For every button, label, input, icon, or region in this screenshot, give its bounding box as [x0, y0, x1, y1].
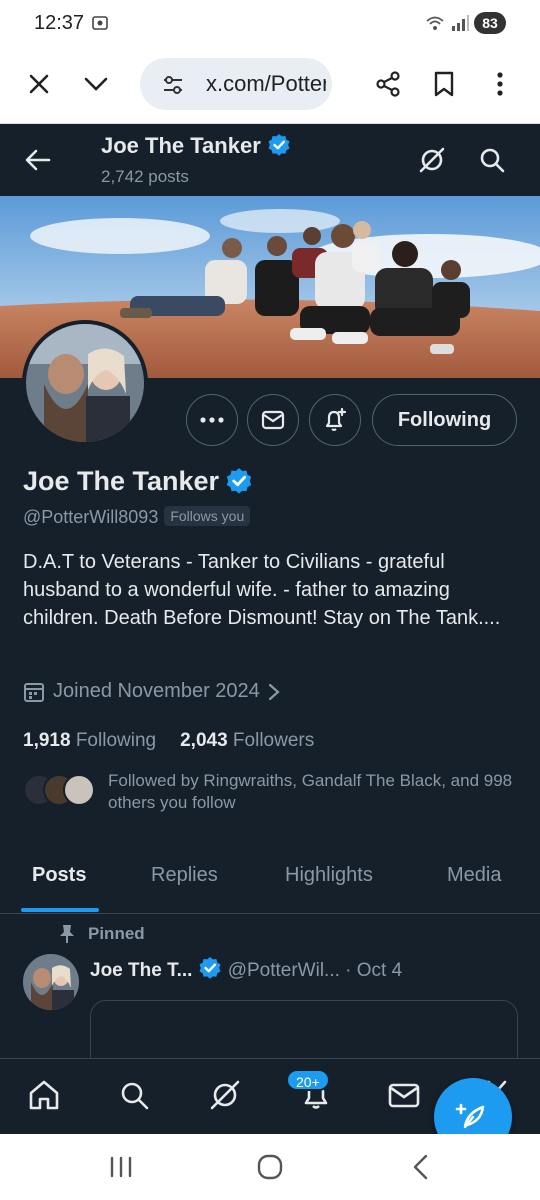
profile-bio: D.A.T to Veterans - Tanker to Civilians …: [23, 551, 501, 629]
profile-actions: Following: [0, 394, 540, 446]
chevron-right-icon: [268, 683, 280, 700]
grok-icon: [210, 1080, 240, 1110]
nav-search[interactable]: [114, 1075, 154, 1115]
verified-badge-icon: [226, 468, 252, 494]
verified-badge-icon: [268, 134, 290, 156]
joined-date[interactable]: Joined November 2024: [23, 680, 280, 703]
post-author-avatar[interactable]: [23, 954, 79, 1010]
mail-icon: [388, 1083, 420, 1108]
grok-icon[interactable]: [414, 142, 450, 178]
avatar: [63, 774, 95, 806]
post-header: Joe The T... @PotterWil... · Oct 4: [90, 956, 510, 982]
url-bar[interactable]: x.com/PotterWill8093: [140, 58, 332, 110]
follows-you-badge: Follows you: [164, 506, 251, 526]
more-options-button[interactable]: [186, 394, 238, 446]
following-count: 1,918: [23, 730, 71, 751]
signal-icon: [452, 15, 469, 31]
mail-icon: [261, 410, 285, 430]
verified-badge-icon: [199, 957, 221, 979]
screen-record-icon: [92, 16, 108, 30]
close-tab-button[interactable]: [17, 62, 61, 106]
followers-label: Followers: [232, 730, 315, 751]
nav-messages[interactable]: [384, 1075, 424, 1115]
calendar-icon: [24, 682, 44, 702]
system-navigation-bar: [0, 1134, 540, 1200]
more-vert-icon: [497, 72, 503, 96]
tab-media[interactable]: Media: [447, 864, 501, 887]
bookmark-icon: [434, 71, 454, 97]
bookmark-button[interactable]: [422, 62, 466, 106]
pin-icon: [60, 925, 74, 943]
pinned-text: Pinned: [88, 924, 145, 943]
browser-menu-button[interactable]: [478, 62, 522, 106]
home-button-icon[interactable]: [255, 1154, 285, 1180]
header-name-text: Joe The Tanker: [101, 133, 261, 158]
profile-display-name: Joe The Tanker: [23, 466, 253, 497]
follow-stats: 1,918 Following 2,043 Followers: [23, 730, 314, 752]
status-time: 12:37: [34, 12, 85, 34]
x-profile-page: Joe The Tanker 2,742 posts Following Joe…: [0, 124, 540, 1134]
following-button[interactable]: Following: [372, 394, 517, 446]
tab-replies[interactable]: Replies: [151, 864, 218, 887]
nav-grok[interactable]: [205, 1075, 245, 1115]
home-icon: [29, 1080, 59, 1110]
battery-indicator: 83: [474, 12, 506, 34]
tune-icon: [164, 76, 182, 94]
tab-posts[interactable]: Posts: [32, 864, 86, 887]
minimize-button[interactable]: [74, 62, 118, 106]
url-text: x.com/PotterWill8093: [206, 71, 326, 96]
tab-highlights[interactable]: Highlights: [285, 864, 373, 887]
followers-link[interactable]: 2,043 Followers: [180, 730, 314, 751]
profile-header-bar: Joe The Tanker 2,742 posts: [0, 124, 540, 196]
notifications-badge: 20+: [286, 1069, 330, 1091]
followed-by-avatars: [23, 774, 95, 806]
close-icon: [29, 74, 49, 94]
notify-button[interactable]: [309, 394, 361, 446]
message-button[interactable]: [247, 394, 299, 446]
active-tab-indicator: [21, 908, 99, 912]
chevron-down-icon: [84, 77, 108, 91]
joined-text: Joined November 2024: [53, 680, 260, 702]
more-icon: [200, 417, 224, 423]
profile-handle: @PotterWill8093: [23, 507, 159, 527]
share-button[interactable]: [366, 62, 410, 106]
recent-apps-icon[interactable]: [106, 1154, 136, 1180]
back-button-icon[interactable]: [406, 1154, 436, 1180]
post-handle-date: @PotterWil... · Oct 4: [227, 960, 403, 981]
followed-by-text: Followed by Ringwraiths, Gandalf The Bla…: [108, 771, 513, 812]
search-icon: [121, 1082, 149, 1110]
profile-tabs: Posts Replies Highlights Media: [0, 846, 540, 914]
search-icon[interactable]: [474, 142, 510, 178]
nav-home[interactable]: [24, 1075, 64, 1115]
compose-icon: [455, 1103, 485, 1129]
posts-count: 2,742 posts: [101, 167, 189, 186]
post-author-name[interactable]: Joe The T...: [90, 960, 192, 981]
followers-count: 2,043: [180, 730, 228, 751]
followed-by-row[interactable]: Followed by Ringwraiths, Gandalf The Bla…: [23, 770, 523, 816]
following-label: Following: [75, 730, 157, 751]
handle-row: @PotterWill8093 Follows you: [23, 506, 251, 528]
pinned-label: Pinned: [58, 924, 145, 944]
browser-toolbar: x.com/PotterWill8093: [0, 46, 540, 124]
following-link[interactable]: 1,918 Following: [23, 730, 156, 751]
header-name: Joe The Tanker: [101, 133, 291, 159]
back-arrow-icon[interactable]: [20, 142, 56, 178]
wifi-icon: [426, 16, 444, 30]
share-icon: [376, 71, 400, 97]
bell-plus-icon: [325, 407, 347, 431]
profile-display-name-text: Joe The Tanker: [23, 466, 220, 496]
status-bar: 12:37 83: [0, 0, 540, 46]
